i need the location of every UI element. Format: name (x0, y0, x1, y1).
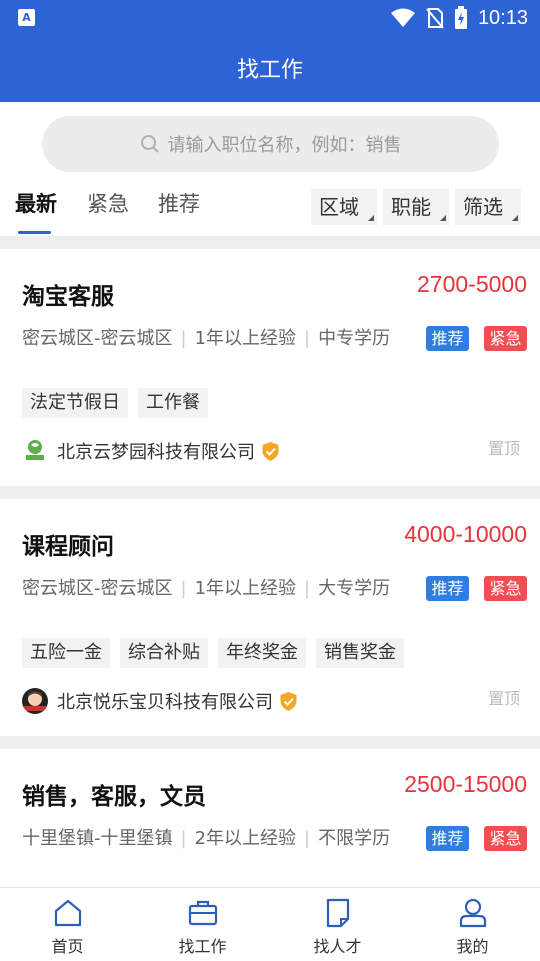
job-card[interactable]: 销售，客服，文员 2500-15000 十里堡镇-十里堡镇 | 2年以上经验 | 不限学… (0, 749, 540, 887)
job-experience: 1年以上经验 (194, 578, 297, 599)
meta-separator: | (304, 328, 311, 349)
urgent-badge: 紧急 (484, 326, 527, 351)
job-education: 中专学历 (318, 328, 391, 349)
status-time: 10:13 (477, 6, 528, 29)
recommend-badge: 推荐 (426, 326, 469, 351)
recommend-badge: 推荐 (426, 826, 469, 851)
job-experience: 2年以上经验 (194, 828, 297, 849)
job-salary: 2700-5000 (417, 271, 527, 297)
tab-recommend[interactable]: 推荐 (158, 188, 200, 218)
job-title: 课程顾问 (22, 534, 114, 560)
job-location: 密云城区-密云城区 (22, 328, 173, 349)
app-bar: 找工作 (0, 36, 540, 102)
nav-home[interactable]: 首页 (0, 888, 135, 961)
job-tag: 法定节假日 (22, 388, 128, 418)
meta-separator: | (304, 578, 311, 599)
home-icon (54, 899, 81, 927)
dropdown-triangle-icon (440, 215, 446, 221)
verified-shield-icon (280, 691, 297, 711)
job-meta: 密云城区-密云城区 | 1年以上经验 | 大专学历 (22, 575, 412, 603)
dropdown-triangle-icon (368, 215, 374, 221)
active-tab-indicator (18, 231, 51, 234)
nav-profile[interactable]: 我的 (405, 888, 540, 961)
battery-charging-icon (454, 6, 467, 29)
job-education: 大专学历 (318, 578, 391, 599)
job-tags: 五险一金 综合补贴 年终奖金 销售奖金 (22, 638, 404, 668)
filter-more-button[interactable]: 筛选 (455, 189, 521, 225)
job-tag: 综合补贴 (120, 638, 208, 668)
status-icons: 10:13 (390, 5, 528, 31)
company-row: 北京悦乐宝贝科技有限公司 (22, 688, 298, 714)
nav-home-label: 首页 (51, 937, 84, 956)
job-card[interactable]: 课程顾问 4000-10000 密云城区-密云城区 | 1年以上经验 | 大专学历 推荐… (0, 499, 540, 736)
briefcase-icon (188, 900, 217, 926)
company-logo (22, 688, 48, 714)
nav-find-job-label: 找工作 (178, 937, 227, 956)
meta-separator: | (180, 328, 187, 349)
nav-find-talent-label: 找人才 (313, 937, 362, 956)
tab-urgent[interactable]: 紧急 (87, 188, 129, 218)
search-placeholder: 请输入职位名称，例如：销售 (167, 135, 402, 156)
job-tag: 销售奖金 (316, 638, 404, 668)
job-title: 淘宝客服 (22, 284, 114, 310)
filter-function-label: 职能 (391, 195, 431, 219)
job-tag: 五险一金 (22, 638, 110, 668)
company-name: 北京云梦园科技有限公司 (57, 442, 255, 463)
meta-separator: | (180, 578, 187, 599)
nav-profile-label: 我的 (456, 937, 489, 956)
job-salary: 4000-10000 (404, 521, 527, 547)
no-sim-icon (426, 8, 444, 29)
verified-shield-icon (262, 441, 279, 461)
user-icon (459, 898, 486, 928)
job-experience: 1年以上经验 (194, 328, 297, 349)
pinned-label: 置顶 (487, 689, 520, 708)
job-salary: 2500-15000 (404, 771, 527, 797)
pinned-label: 置顶 (487, 439, 520, 458)
filter-more-label: 筛选 (463, 195, 503, 219)
document-icon (326, 898, 349, 928)
notification-app-icon: A (18, 9, 35, 26)
job-location: 十里堡镇-十里堡镇 (22, 828, 173, 849)
job-tag: 工作餐 (138, 388, 208, 418)
tab-latest[interactable]: 最新 (15, 188, 57, 218)
section-divider (0, 486, 540, 499)
page-title: 找工作 (236, 58, 303, 83)
job-tag: 年终奖金 (218, 638, 306, 668)
company-row: 北京云梦园科技有限公司 (22, 438, 280, 464)
job-card[interactable]: 淘宝客服 2700-5000 密云城区-密云城区 | 1年以上经验 | 中专学历 推荐 … (0, 249, 540, 486)
urgent-badge: 紧急 (484, 576, 527, 601)
job-tags: 法定节假日 工作餐 (22, 388, 208, 418)
job-meta: 十里堡镇-十里堡镇 | 2年以上经验 | 不限学历 (22, 825, 412, 853)
dropdown-triangle-icon (512, 215, 518, 221)
search-icon (140, 135, 159, 153)
section-divider (0, 736, 540, 749)
filter-function-button[interactable]: 职能 (383, 189, 449, 225)
recommend-badge: 推荐 (426, 576, 469, 601)
job-location: 密云城区-密云城区 (22, 578, 173, 599)
section-divider (0, 236, 540, 249)
meta-separator: | (180, 828, 187, 849)
status-bar: A 10:13 (0, 0, 540, 36)
nav-find-talent[interactable]: 找人才 (270, 888, 405, 961)
job-title: 销售，客服，文员 (22, 784, 206, 810)
filter-area-label: 区域 (319, 195, 359, 219)
company-name: 北京悦乐宝贝科技有限公司 (57, 692, 273, 713)
urgent-badge: 紧急 (484, 826, 527, 851)
wifi-icon (390, 8, 415, 27)
tabs-bar: 最新 紧急 推荐 区域 职能 筛选 (0, 184, 540, 236)
company-logo (22, 438, 48, 464)
nav-find-job[interactable]: 找工作 (135, 888, 270, 961)
search-section: 请输入职位名称，例如：销售 (0, 102, 540, 184)
search-input[interactable]: 请输入职位名称，例如：销售 (42, 116, 499, 172)
job-education: 不限学历 (318, 828, 391, 849)
bottom-nav: 首页 找工作 找人才 我的 (0, 887, 540, 961)
job-meta: 密云城区-密云城区 | 1年以上经验 | 中专学历 (22, 325, 412, 353)
meta-separator: | (304, 828, 311, 849)
filter-area-button[interactable]: 区域 (311, 189, 377, 225)
